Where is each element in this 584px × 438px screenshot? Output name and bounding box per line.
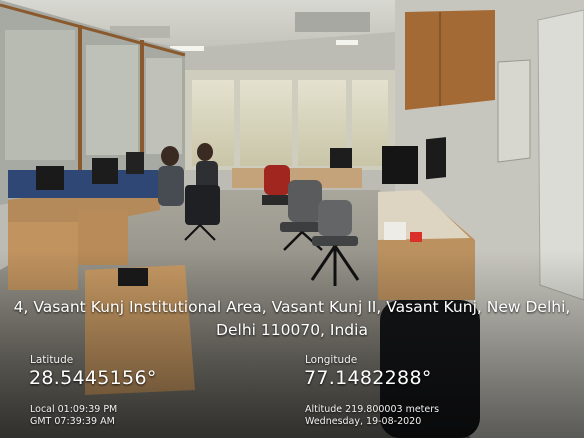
latitude-value: 28.5445156° [29, 367, 157, 389]
altitude: Altitude 219.800003 meters [305, 404, 440, 415]
altitude-date-info: Altitude 219.800003 meters Wednesday, 19… [305, 404, 439, 428]
geotag-overlay: 4, Vasant Kunj Institutional Area, Vasan… [0, 0, 584, 438]
latitude-label: Latitude [30, 354, 74, 366]
longitude-label: Longitude [305, 354, 358, 366]
gmt-time: GMT 07:39:39 AM [30, 416, 115, 427]
geotagged-photo: 4, Vasant Kunj Institutional Area, Vasan… [0, 0, 584, 438]
time-info: Local 01:09:39 PM GMT 07:39:39 AM [30, 404, 117, 428]
date: Wednesday, 19-08-2020 [305, 416, 422, 427]
address-text: 4, Vasant Kunj Institutional Area, Vasan… [0, 296, 584, 342]
local-time: Local 01:09:39 PM [30, 404, 118, 415]
address-line-2: Delhi 110070, India [216, 321, 368, 339]
address-line-1: 4, Vasant Kunj Institutional Area, Vasan… [13, 298, 571, 316]
longitude-value: 77.1482288° [304, 367, 432, 389]
